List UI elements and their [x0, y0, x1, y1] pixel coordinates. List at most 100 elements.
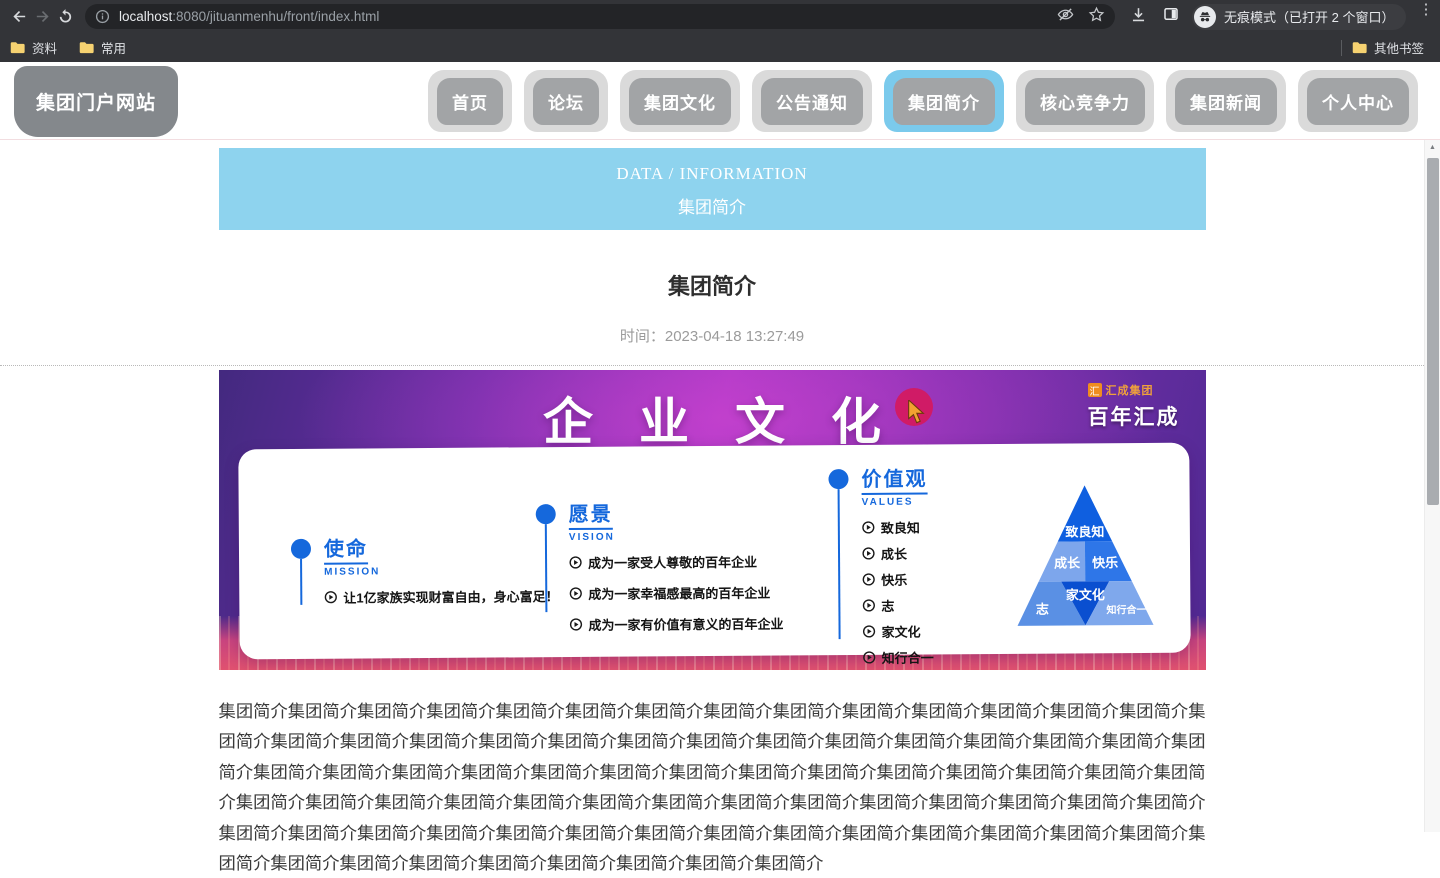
tab-home[interactable]: 首页 [428, 70, 512, 132]
values-title: 价值观 [860, 462, 928, 495]
play-bullet-icon [568, 556, 582, 569]
timeline-dot [827, 469, 849, 490]
time-value: 2023-04-18 13:27:49 [664, 328, 805, 345]
vision-item: 成为一家受人尊敬的百年企业 [587, 554, 757, 571]
bookmarks-bar: 资料 常用 其他书签 [0, 33, 1440, 62]
article-time: 时间：2023-04-18 13:27:49 [219, 325, 1206, 346]
bookmark-label: 资料 [32, 42, 58, 56]
mission-item: 让1亿家族实现财富自由，身心富足！ [342, 589, 559, 606]
browser-chrome: localhost:8080/jituanmenhu/front/index.h… [0, 0, 1440, 62]
tab-group-news[interactable]: 集团新闻 [1166, 70, 1286, 132]
vision-subtitle: VISION [568, 531, 615, 544]
corporate-culture-image: 企业文化 汇 汇成集团 百年汇成 使命 MISSION 让1亿家族实现财富自由，… [218, 370, 1206, 670]
main-nav: 首页 论坛 集团文化 公告通知 集团简介 核心竞争力 集团新闻 个人中心 [428, 70, 1418, 132]
play-bullet-icon [569, 587, 582, 600]
content-area: DATA / INFORMATION 集团简介 集团简介 时间：2023-04-… [0, 148, 1424, 878]
menu-kebab-icon[interactable]: ⋮ [1418, 2, 1433, 32]
timeline-line [299, 558, 302, 605]
section-banner: DATA / INFORMATION 集团简介 [218, 148, 1206, 230]
values-section: 价值观 VALUES 致良知 成长 快乐 志 家文化 知行合一 [827, 462, 934, 667]
values-item: 快乐 [880, 572, 907, 588]
hero-brand: 汇 汇成集团 百年汇成 [1087, 382, 1180, 431]
article-title: 集团简介 [667, 274, 756, 299]
values-item: 知行合一 [881, 650, 934, 666]
site-header: 集团门户网站 首页 论坛 集团文化 公告通知 集团简介 核心竞争力 集团新闻 个… [0, 62, 1440, 140]
values-item: 家文化 [881, 624, 921, 640]
timeline-dot [535, 504, 556, 525]
dotted-divider [0, 365, 1424, 366]
timeline-dot [290, 538, 311, 559]
play-bullet-icon [569, 618, 582, 631]
play-bullet-icon [862, 573, 875, 586]
tab-core-competence[interactable]: 核心竞争力 [1016, 70, 1154, 132]
tab-personal-center[interactable]: 个人中心 [1298, 70, 1418, 132]
vision-item: 成为一家有价值有意义的百年企业 [587, 616, 784, 633]
incognito-badge[interactable]: 无痕模式（已打开 2 个窗口） [1192, 3, 1407, 30]
pyramid-bottom-center-label: 家文化 [1065, 587, 1104, 602]
pyramid-mid-right-label: 快乐 [1092, 555, 1118, 570]
bookmark-label: 常用 [101, 42, 127, 56]
mission-title: 使命 [323, 532, 368, 565]
side-panel-icon[interactable] [1162, 5, 1180, 28]
browser-toolbar: localhost:8080/jituanmenhu/front/index.h… [0, 0, 1440, 33]
banner-title: 集团简介 [678, 198, 746, 217]
article-body: 集团简介集团简介集团简介集团简介集团简介集团简介集团简介集团简介集团简介集团简介… [218, 701, 1206, 874]
address-bar[interactable]: localhost:8080/jituanmenhu/front/index.h… [85, 4, 1115, 29]
bookmark-folder-changyong[interactable]: 常用 [79, 38, 126, 57]
other-bookmarks[interactable]: 其他书签 [1352, 38, 1424, 57]
tab-announcements[interactable]: 公告通知 [752, 70, 872, 132]
back-button[interactable] [11, 4, 28, 30]
bookmark-folder-ziliao[interactable]: 资料 [10, 38, 57, 57]
vision-title: 愿景 [568, 497, 613, 531]
web-page: 集团门户网站 首页 论坛 集团文化 公告通知 集团简介 核心竞争力 集团新闻 个… [0, 62, 1440, 873]
folder-icon [1352, 42, 1367, 54]
reload-button[interactable] [57, 4, 74, 30]
brand-logo-icon: 汇 [1087, 383, 1102, 398]
url-path: :8080/jituanmenhu/front/index.html [172, 9, 380, 24]
values-item: 志 [880, 598, 894, 614]
culture-card: 使命 MISSION 让1亿家族实现财富自由，身心富足！ 愿景 VISION 成… [237, 442, 1191, 666]
download-icon[interactable] [1129, 5, 1148, 29]
incognito-icon [1194, 5, 1216, 28]
folder-icon [79, 42, 94, 54]
play-bullet-icon [862, 625, 875, 638]
url-text: localhost:8080/jituanmenhu/front/index.h… [119, 9, 1047, 24]
vision-item: 成为一家幸福感最高的百年企业 [587, 585, 770, 602]
banner-eyebrow: DATA / INFORMATION [616, 164, 808, 183]
mouse-cursor-icon [907, 398, 929, 429]
incognito-label: 无痕模式（已打开 2 个窗口） [1224, 10, 1395, 25]
tab-group-intro[interactable]: 集团简介 [884, 70, 1004, 132]
timeline-line [837, 489, 841, 640]
time-label: 时间： [619, 328, 665, 345]
site-info-icon[interactable] [95, 9, 110, 24]
scrollbar-thumb[interactable] [1427, 158, 1439, 505]
page-scrollbar[interactable]: ▲ [1424, 140, 1440, 832]
values-subtitle: VALUES [861, 496, 914, 508]
play-bullet-icon [862, 651, 875, 664]
pyramid-bottom-right-label: 知行合一 [1105, 603, 1146, 616]
play-bullet-icon [862, 599, 875, 612]
brand-name: 汇成集团 [1105, 385, 1154, 397]
other-bookmarks-label: 其他书签 [1373, 42, 1424, 56]
bookmarks-separator [1340, 39, 1342, 56]
mission-subtitle: MISSION [323, 566, 380, 578]
mission-section: 使命 MISSION 让1亿家族实现财富自由，身心富足！ [290, 532, 559, 607]
tab-group-culture[interactable]: 集团文化 [620, 70, 740, 132]
values-item: 致良知 [880, 520, 920, 536]
values-pyramid: 致良知 成长 快乐 志 家文化 知行合一 [1014, 483, 1155, 634]
pyramid-mid-left-label: 成长 [1054, 555, 1081, 570]
bookmark-star-icon[interactable] [1088, 6, 1105, 28]
brand-slogan: 百年汇成 [1087, 406, 1180, 429]
timeline-line [544, 524, 547, 613]
play-bullet-icon [861, 521, 874, 534]
scrollbar-up-arrow[interactable]: ▲ [1425, 140, 1440, 154]
eye-off-icon[interactable] [1057, 6, 1074, 28]
pyramid-top-label: 致良知 [1065, 524, 1104, 539]
site-logo[interactable]: 集团门户网站 [14, 66, 178, 137]
play-bullet-icon [861, 547, 875, 560]
tab-forum[interactable]: 论坛 [524, 70, 608, 132]
forward-button[interactable] [34, 4, 51, 30]
pyramid-bottom-left-label: 志 [1035, 602, 1048, 617]
url-host: localhost [119, 9, 173, 24]
folder-icon [10, 42, 25, 54]
